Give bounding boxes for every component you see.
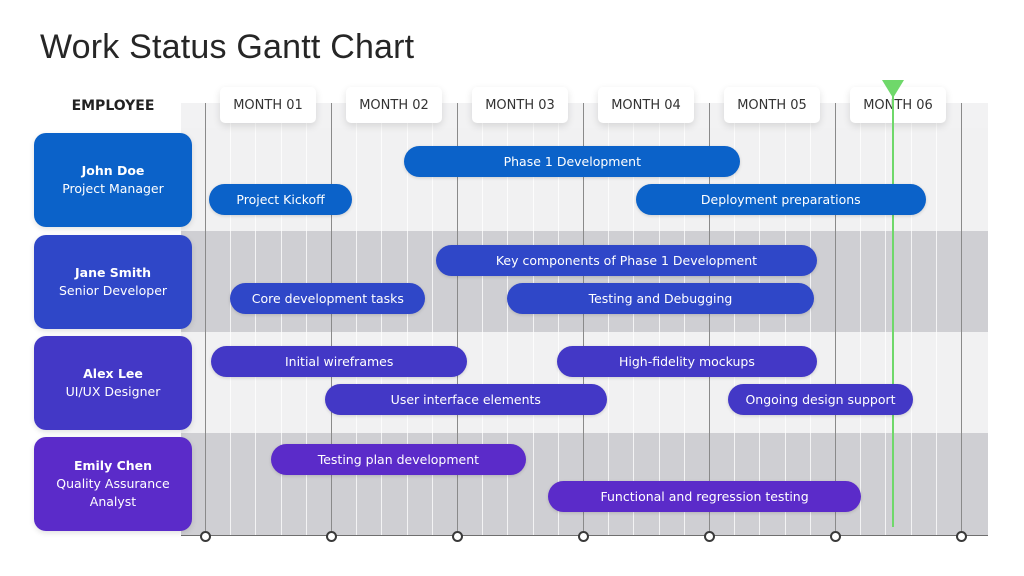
task-bar[interactable]: Project Kickoff <box>208 184 353 215</box>
task-bar[interactable]: Testing and Debugging <box>507 283 814 314</box>
task-bar[interactable]: High-fidelity mockups <box>556 346 818 377</box>
task-bar[interactable]: Deployment preparations <box>635 184 926 215</box>
task-bar-label: High-fidelity mockups <box>618 354 755 369</box>
task-bar[interactable]: Functional and regression testing <box>547 481 862 512</box>
task-bar[interactable]: User interface elements <box>324 384 607 415</box>
task-bar-label: User interface elements <box>390 392 541 407</box>
task-bar[interactable]: Initial wireframes <box>211 346 468 377</box>
task-bar-label: Phase 1 Development <box>503 154 641 169</box>
task-bar-label: Functional and regression testing <box>600 489 809 504</box>
task-bar[interactable]: Key components of Phase 1 Development <box>435 245 818 276</box>
task-bar-label: Initial wireframes <box>284 354 394 369</box>
task-bar-label: Project Kickoff <box>236 192 325 207</box>
task-bar-label: Testing and Debugging <box>588 291 733 306</box>
task-bar-label: Deployment preparations <box>700 192 861 207</box>
task-bar-label: Ongoing design support <box>745 392 896 407</box>
task-bar[interactable]: Core development tasks <box>230 283 426 314</box>
task-bar[interactable]: Phase 1 Development <box>404 146 741 177</box>
task-bars-layer: Phase 1 Development Project Kickoff Deploy… <box>0 0 1024 576</box>
task-bar-label: Core development tasks <box>251 291 404 306</box>
task-bar-label: Testing plan development <box>317 452 480 467</box>
task-bar[interactable]: Testing plan development <box>270 444 527 475</box>
task-bar[interactable]: Ongoing design support <box>727 384 914 415</box>
task-bar-label: Key components of Phase 1 Development <box>495 253 758 268</box>
